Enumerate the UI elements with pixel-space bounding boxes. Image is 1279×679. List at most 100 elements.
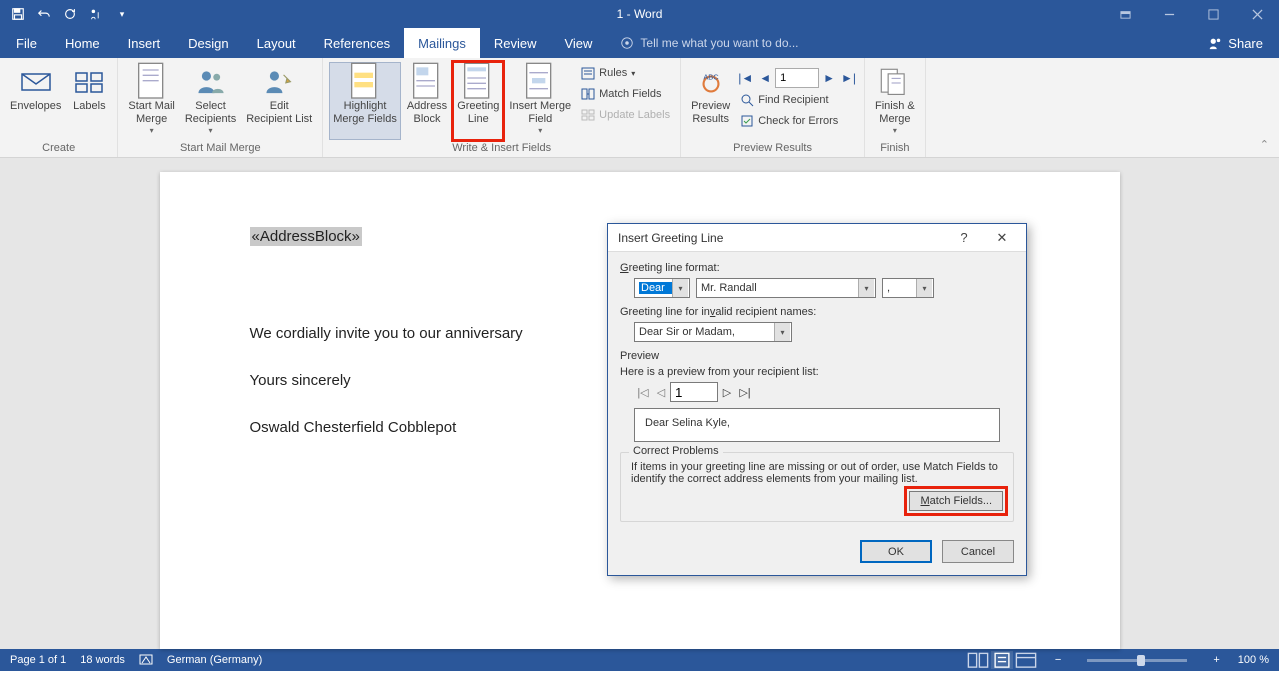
tab-home[interactable]: Home bbox=[51, 28, 114, 58]
group-preview-results: ABC Preview Results |◄ ◄ ► ►| Find Recip… bbox=[681, 58, 865, 157]
preview-next-button[interactable]: ▷ bbox=[718, 382, 736, 402]
help-button[interactable]: ? bbox=[950, 227, 978, 249]
ribbon-display-button[interactable] bbox=[1103, 0, 1147, 28]
tab-design[interactable]: Design bbox=[174, 28, 242, 58]
tab-review[interactable]: Review bbox=[480, 28, 551, 58]
greeting-line-button[interactable]: Greeting Line bbox=[453, 62, 503, 140]
zoom-out-button[interactable]: − bbox=[1051, 654, 1065, 666]
tab-layout[interactable]: Layout bbox=[243, 28, 310, 58]
chevron-down-icon: ▾ bbox=[893, 126, 897, 135]
find-recipient-button[interactable]: Find Recipient bbox=[736, 91, 858, 109]
check-errors-button[interactable]: Check for Errors bbox=[736, 112, 858, 130]
tab-mailings[interactable]: Mailings bbox=[404, 28, 480, 58]
envelopes-button[interactable]: Envelopes bbox=[6, 62, 65, 140]
salutation-select[interactable]: Dear ▾ bbox=[634, 278, 690, 298]
group-start-mail-merge: Start Mail Merge ▾ Select Recipients ▾ E… bbox=[118, 58, 323, 157]
preview-results-button[interactable]: ABC Preview Results bbox=[687, 62, 734, 140]
qat-customize[interactable]: ▾ bbox=[110, 2, 134, 26]
close-button[interactable] bbox=[1235, 0, 1279, 28]
format-label: Greeting line format: bbox=[620, 262, 1014, 274]
tell-me-search[interactable]: Tell me what you want to do... bbox=[606, 28, 798, 58]
labels-icon bbox=[73, 66, 105, 98]
web-layout-button[interactable] bbox=[1015, 651, 1037, 669]
cancel-button[interactable]: Cancel bbox=[942, 540, 1014, 563]
select-recipients-button[interactable]: Select Recipients ▾ bbox=[181, 62, 240, 140]
highlight-merge-fields-button[interactable]: Highlight Merge Fields bbox=[329, 62, 401, 140]
preview-icon: ABC bbox=[695, 66, 727, 98]
group-finish-label: Finish bbox=[871, 140, 919, 158]
print-layout-button[interactable] bbox=[991, 651, 1013, 669]
quick-access-toolbar: ▾ bbox=[0, 2, 140, 26]
address-block-field[interactable]: «AddressBlock» bbox=[250, 227, 362, 246]
invalid-greeting-select[interactable]: Dear Sir or Madam, ▾ bbox=[634, 322, 792, 342]
svg-text:ABC: ABC bbox=[703, 73, 719, 82]
tab-insert[interactable]: Insert bbox=[114, 28, 175, 58]
first-record-button[interactable]: |◄ bbox=[736, 71, 755, 85]
zoom-level[interactable]: 100 % bbox=[1238, 654, 1269, 666]
ribbon: Envelopes Labels Create Start Mail Merge… bbox=[0, 58, 1279, 158]
chevron-down-icon: ▾ bbox=[858, 279, 874, 297]
preview-prev-button[interactable]: ◁ bbox=[652, 382, 670, 402]
save-button[interactable] bbox=[6, 2, 30, 26]
update-labels-button: Update Labels bbox=[577, 106, 674, 124]
prev-record-button[interactable]: ◄ bbox=[757, 71, 773, 85]
next-record-button[interactable]: ► bbox=[821, 71, 837, 85]
language-status[interactable]: German (Germany) bbox=[167, 654, 262, 666]
document-icon bbox=[136, 66, 168, 98]
match-fields-button[interactable]: Match Fields bbox=[577, 85, 674, 103]
people-icon bbox=[195, 66, 227, 98]
tab-view[interactable]: View bbox=[550, 28, 606, 58]
record-navigation: |◄ ◄ ► ►| bbox=[736, 64, 858, 88]
rules-button[interactable]: Rules ▾ bbox=[577, 64, 674, 82]
zoom-slider[interactable] bbox=[1087, 659, 1187, 662]
chevron-down-icon: ▾ bbox=[916, 279, 932, 297]
maximize-button[interactable] bbox=[1191, 0, 1235, 28]
insert-merge-field-button[interactable]: Insert Merge Field ▾ bbox=[505, 62, 575, 140]
group-start-label: Start Mail Merge bbox=[124, 140, 316, 158]
zoom-in-button[interactable]: + bbox=[1209, 654, 1223, 666]
preview-first-button[interactable]: |◁ bbox=[634, 382, 652, 402]
word-count[interactable]: 18 words bbox=[80, 654, 125, 666]
dialog-title: Insert Greeting Line bbox=[618, 231, 723, 245]
address-block-button[interactable]: Address Block bbox=[403, 62, 451, 140]
group-write-label: Write & Insert Fields bbox=[329, 140, 674, 158]
edit-recipient-list-button[interactable]: Edit Recipient List bbox=[242, 62, 316, 140]
page-status[interactable]: Page 1 of 1 bbox=[10, 654, 66, 666]
ok-button[interactable]: OK bbox=[860, 540, 932, 563]
start-mail-merge-button[interactable]: Start Mail Merge ▾ bbox=[124, 62, 178, 140]
last-record-button[interactable]: ►| bbox=[839, 71, 858, 85]
preview-last-button[interactable]: ▷| bbox=[736, 382, 754, 402]
preview-index-input[interactable] bbox=[670, 382, 718, 402]
minimize-button[interactable] bbox=[1147, 0, 1191, 28]
proofing-icon[interactable] bbox=[139, 652, 153, 669]
preview-label: Preview bbox=[620, 350, 1014, 362]
insert-greeting-line-dialog: Insert Greeting Line ? ✕ Greeting line f… bbox=[607, 223, 1027, 576]
dialog-titlebar: Insert Greeting Line ? ✕ bbox=[608, 224, 1026, 252]
punctuation-select[interactable]: , ▾ bbox=[882, 278, 934, 298]
share-button[interactable]: Share bbox=[1192, 28, 1279, 58]
tab-references[interactable]: References bbox=[310, 28, 404, 58]
redo-button[interactable] bbox=[58, 2, 82, 26]
name-format-select[interactable]: Mr. Randall ▾ bbox=[696, 278, 876, 298]
finish-merge-button[interactable]: Finish & Merge ▾ bbox=[871, 62, 919, 140]
status-bar: Page 1 of 1 18 words German (Germany) − … bbox=[0, 649, 1279, 671]
correct-problems-desc: If items in your greeting line are missi… bbox=[631, 461, 1003, 485]
envelope-icon bbox=[20, 66, 52, 98]
labels-button[interactable]: Labels bbox=[67, 62, 111, 140]
highlight-icon bbox=[349, 66, 381, 98]
greeting-icon bbox=[462, 66, 494, 98]
match-fields-dialog-button[interactable]: Match Fields... bbox=[909, 491, 1003, 511]
collapse-ribbon-button[interactable]: ⌃ bbox=[1260, 138, 1269, 151]
invalid-label: Greeting line for invalid recipient name… bbox=[620, 306, 1014, 318]
read-mode-button[interactable] bbox=[967, 651, 989, 669]
record-number-input[interactable] bbox=[775, 68, 819, 88]
group-finish: Finish & Merge ▾ Finish bbox=[865, 58, 926, 157]
touch-mode-button[interactable] bbox=[84, 2, 108, 26]
correct-problems-label: Correct Problems bbox=[629, 445, 723, 457]
undo-button[interactable] bbox=[32, 2, 56, 26]
correct-problems-group: Correct Problems If items in your greeti… bbox=[620, 452, 1014, 522]
group-create-label: Create bbox=[6, 140, 111, 158]
group-write-insert: Highlight Merge Fields Address Block Gre… bbox=[323, 58, 681, 157]
tab-file[interactable]: File bbox=[2, 28, 51, 58]
close-button[interactable]: ✕ bbox=[988, 227, 1016, 249]
